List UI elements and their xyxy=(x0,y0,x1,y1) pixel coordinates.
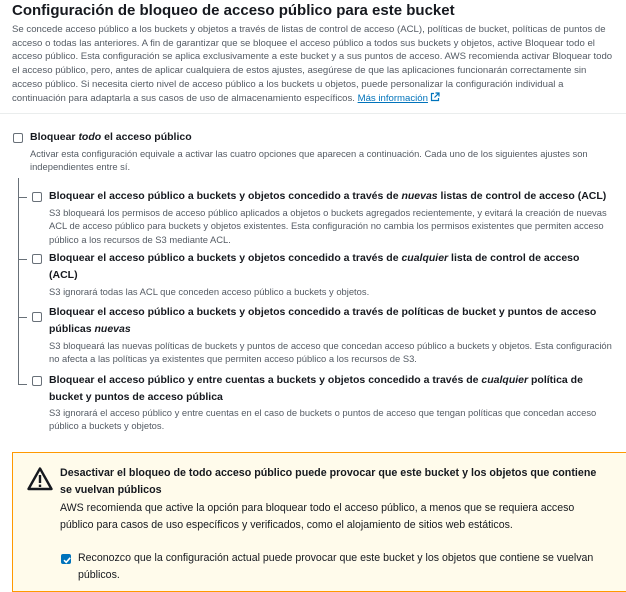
section-description-text: Se concede acceso público a los buckets … xyxy=(12,24,613,104)
block-new-policies-label: Bloquear el acceso público a buckets y o… xyxy=(49,306,597,335)
block-any-acl-description: S3 ignorará todas las ACL que conceden a… xyxy=(49,286,370,297)
block-new-policies-checkbox[interactable] xyxy=(32,312,42,322)
block-any-policies-label: Bloquear el acceso público y entre cuent… xyxy=(49,374,583,403)
divider xyxy=(0,113,626,114)
external-link-icon xyxy=(430,91,440,101)
block-any-acl-checkbox[interactable] xyxy=(32,254,42,264)
block-all-description: Activar esta configuración equivale a ac… xyxy=(30,148,588,173)
warning-title: Desactivar el bloqueo de todo acceso púb… xyxy=(60,467,597,496)
block-new-policies-description: S3 bloqueará las nuevas políticas de buc… xyxy=(49,340,612,365)
learn-more-link[interactable]: Más información xyxy=(357,91,440,104)
warning-triangle-icon xyxy=(27,467,53,491)
tree-branch xyxy=(18,384,27,385)
block-any-policies-checkbox[interactable] xyxy=(32,376,42,386)
block-new-acl-description: S3 bloqueará los permisos de acceso públ… xyxy=(49,207,607,245)
block-all-checkbox[interactable] xyxy=(13,133,23,143)
block-any-policies-description: S3 ignorará el acceso público y entre cu… xyxy=(49,407,597,432)
acknowledge-label: Reconozco que la configuración actual pu… xyxy=(78,552,594,581)
section-description: Se concede acceso público a los buckets … xyxy=(12,23,618,105)
block-any-acl-label: Bloquear el acceso público a buckets y o… xyxy=(49,252,580,281)
warning-body: AWS recomienda que active la opción para… xyxy=(60,502,575,531)
section-title: Configuración de bloqueo de acceso públi… xyxy=(12,2,455,19)
tree-branch xyxy=(18,317,27,318)
acknowledge-checkbox[interactable] xyxy=(61,554,71,564)
block-new-acl-checkbox[interactable] xyxy=(32,192,42,202)
block-all-label: Bloquear todo el acceso público xyxy=(30,131,192,143)
checkmark-icon xyxy=(63,557,71,564)
tree-branch xyxy=(18,259,27,260)
block-new-acl-label: Bloquear el acceso público a buckets y o… xyxy=(49,190,607,202)
learn-more-label: Más información xyxy=(357,92,428,104)
tree-connector xyxy=(18,178,19,385)
tree-branch xyxy=(18,197,27,198)
